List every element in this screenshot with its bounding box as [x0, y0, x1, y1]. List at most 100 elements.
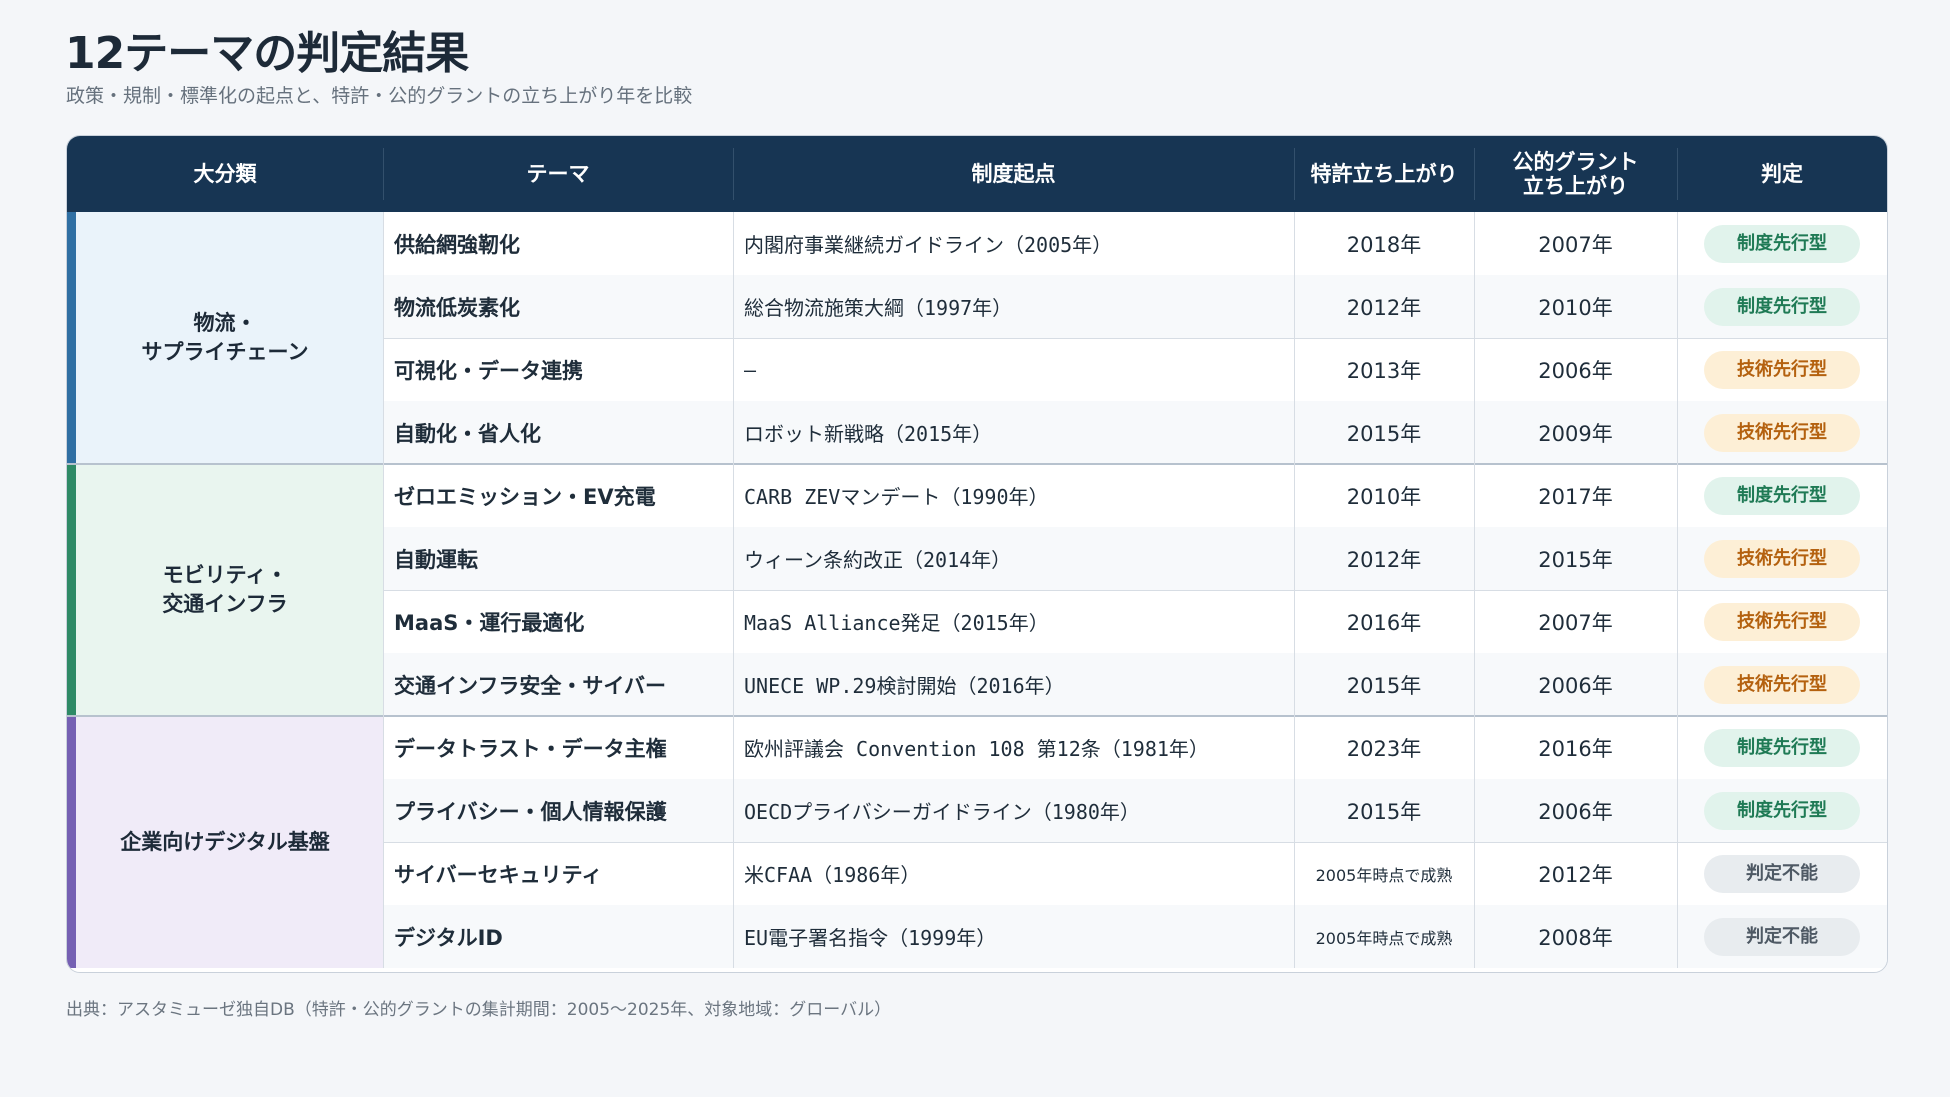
- grant-cell: 2012年: [1538, 862, 1613, 887]
- origin-cell: OECDプライバシーガイドライン（1980年）: [744, 800, 1140, 824]
- patent-cell: 2015年: [1346, 673, 1422, 698]
- theme-cell: MaaS・運行最適化: [394, 610, 585, 635]
- theme-cell: サイバーセキュリティ: [394, 862, 603, 887]
- verdict-cell: 技術先行型: [1677, 338, 1887, 401]
- verdict-badge: 技術先行型: [1704, 602, 1860, 641]
- theme-cell: ゼロエミッション・EV充電: [394, 484, 656, 509]
- column-divider: [1474, 212, 1475, 968]
- table-row: デジタルID EU電子署名指令（1999年） 2005年時点で成熟 2008年 判定不能: [383, 905, 1887, 968]
- patent-cell: 2015年: [1346, 799, 1422, 824]
- origin-cell: 欧州評議会 Convention 108 第12条（1981年）: [744, 737, 1209, 761]
- column-divider: [1294, 212, 1295, 968]
- group-mobility: モビリティ・ 交通インフラ: [67, 464, 383, 716]
- theme-cell: 自動運転: [394, 547, 478, 572]
- table-row: MaaS・運行最適化 MaaS Alliance発足（2015年） 2016年 200…: [383, 590, 1887, 653]
- grant-cell: 2006年: [1538, 799, 1613, 824]
- patent-cell: 2005年時点で成熟: [1315, 865, 1453, 885]
- grant-cell: 2015年: [1538, 547, 1613, 572]
- theme-cell: 交通インフラ安全・サイバー: [394, 673, 666, 698]
- theme-cell: デジタルID: [394, 925, 503, 950]
- row-divider: [67, 715, 1887, 717]
- theme-cell: 物流低炭素化: [394, 295, 520, 320]
- verdict-badge: 技術先行型: [1704, 350, 1860, 389]
- grant-cell: 2008年: [1538, 925, 1613, 950]
- table-row: ゼロエミッション・EV充電 CARB ZEVマンデート（1990年） 2010年 20…: [383, 464, 1887, 527]
- theme-cell: 自動化・省人化: [394, 421, 541, 446]
- grant-cell: 2010年: [1538, 295, 1613, 320]
- origin-cell: 内閣府事業継続ガイドライン（2005年）: [744, 233, 1113, 257]
- theme-cell: プライバシー・個人情報保護: [394, 799, 667, 824]
- origin-cell: 米CFAA（1986年）: [744, 863, 921, 887]
- patent-cell: 2016年: [1346, 610, 1422, 635]
- patent-cell: 2018年: [1346, 232, 1422, 257]
- table-row: 自動化・省人化 ロボット新戦略（2015年） 2015年 2009年 技術先行型: [383, 401, 1887, 464]
- column-divider: [733, 212, 734, 968]
- origin-cell: —: [744, 357, 757, 382]
- group-digital: 企業向けデジタル基盤: [67, 716, 383, 968]
- verdict-cell: 技術先行型: [1677, 527, 1887, 590]
- verdict-cell: 制度先行型: [1677, 716, 1887, 779]
- patent-cell: 2012年: [1346, 295, 1422, 320]
- origin-cell: CARB ZEVマンデート（1990年）: [744, 485, 1049, 509]
- theme-cell: 可視化・データ連携: [394, 358, 583, 383]
- grant-cell: 2007年: [1538, 610, 1613, 635]
- patent-cell: 2012年: [1346, 547, 1422, 572]
- verdict-badge: 制度先行型: [1704, 224, 1860, 263]
- grant-cell: 2007年: [1538, 232, 1613, 257]
- origin-cell: UNECE WP.29検討開始（2016年）: [744, 674, 1065, 698]
- verdict-badge: 制度先行型: [1704, 791, 1860, 830]
- verdict-cell: 判定不能: [1677, 842, 1887, 905]
- origin-cell: ウィーン条約改正（2014年）: [744, 548, 1012, 572]
- table-row: 物流低炭素化 総合物流施策大綱（1997年） 2012年 2010年 制度先行型: [383, 275, 1887, 338]
- verdict-cell: 技術先行型: [1677, 653, 1887, 716]
- table-row: 可視化・データ連携 — 2013年 2006年 技術先行型: [383, 338, 1887, 401]
- verdict-badge: 判定不能: [1704, 917, 1860, 956]
- verdict-cell: 制度先行型: [1677, 275, 1887, 338]
- grant-cell: 2017年: [1538, 484, 1613, 509]
- origin-cell: ロボット新戦略（2015年）: [744, 422, 993, 446]
- verdict-cell: 制度先行型: [1677, 464, 1887, 527]
- group-accent-bar: [67, 464, 76, 716]
- verdict-cell: 制度先行型: [1677, 779, 1887, 842]
- header-patent: 特許立ち上がり: [1310, 162, 1458, 186]
- column-divider: [383, 212, 384, 968]
- page-title: 12テーマの判定結果: [65, 28, 469, 79]
- row-divider: [383, 338, 1887, 339]
- verdict-badge: 判定不能: [1704, 854, 1860, 893]
- grant-cell: 2006年: [1538, 673, 1613, 698]
- verdict-badge: 制度先行型: [1704, 728, 1860, 767]
- table-row: サイバーセキュリティ 米CFAA（1986年） 2005年時点で成熟 2012年 判定不…: [383, 842, 1887, 905]
- results-table: 大分類 テーマ 制度起点 特許立ち上がり 公的グラント 立ち上がり 判定 物流・…: [66, 135, 1888, 973]
- verdict-cell: 技術先行型: [1677, 401, 1887, 464]
- page-subtitle: 政策・規制・標準化の起点と、特許・公的グラントの立ち上がり年を比較: [66, 85, 693, 107]
- grant-cell: 2006年: [1538, 358, 1613, 383]
- verdict-cell: 技術先行型: [1677, 590, 1887, 653]
- grant-cell: 2009年: [1538, 421, 1613, 446]
- origin-cell: 総合物流施策大綱（1997年）: [744, 296, 1013, 320]
- column-divider: [1677, 212, 1678, 968]
- table-row: プライバシー・個人情報保護 OECDプライバシーガイドライン（1980年） 2015…: [383, 779, 1887, 842]
- verdict-badge: 技術先行型: [1704, 413, 1860, 452]
- verdict-cell: 判定不能: [1677, 905, 1887, 968]
- grant-cell: 2016年: [1538, 736, 1613, 761]
- patent-cell: 2023年: [1346, 736, 1422, 761]
- header-origin: 制度起点: [971, 162, 1056, 186]
- header-theme: テーマ: [526, 162, 590, 186]
- verdict-badge: 技術先行型: [1704, 539, 1860, 578]
- group-accent-bar: [67, 716, 76, 968]
- theme-cell: 供給網強靭化: [394, 232, 520, 257]
- verdict-badge: 制度先行型: [1704, 476, 1860, 515]
- origin-cell: MaaS Alliance発足（2015年）: [744, 611, 1049, 635]
- table-header: 大分類 テーマ 制度起点 特許立ち上がり 公的グラント 立ち上がり 判定: [67, 136, 1887, 212]
- patent-cell: 2005年時点で成熟: [1315, 928, 1453, 948]
- row-divider: [383, 590, 1887, 591]
- row-divider: [383, 842, 1887, 843]
- theme-cell: データトラスト・データ主権: [394, 736, 667, 761]
- table-row: 自動運転 ウィーン条約改正（2014年） 2012年 2015年 技術先行型: [383, 527, 1887, 590]
- verdict-badge: 技術先行型: [1704, 665, 1860, 704]
- verdict-cell: 制度先行型: [1677, 212, 1887, 275]
- patent-cell: 2010年: [1346, 484, 1422, 509]
- source-note: 出典：アスタミューゼ独自DB（特許・公的グラントの集計期間：2005〜2025年…: [66, 1000, 892, 1020]
- table-row: 供給網強靭化 内閣府事業継続ガイドライン（2005年） 2018年 2007年 制度先行…: [383, 212, 1887, 275]
- table-row: 交通インフラ安全・サイバー UNECE WP.29検討開始（2016年） 2015年…: [383, 653, 1887, 716]
